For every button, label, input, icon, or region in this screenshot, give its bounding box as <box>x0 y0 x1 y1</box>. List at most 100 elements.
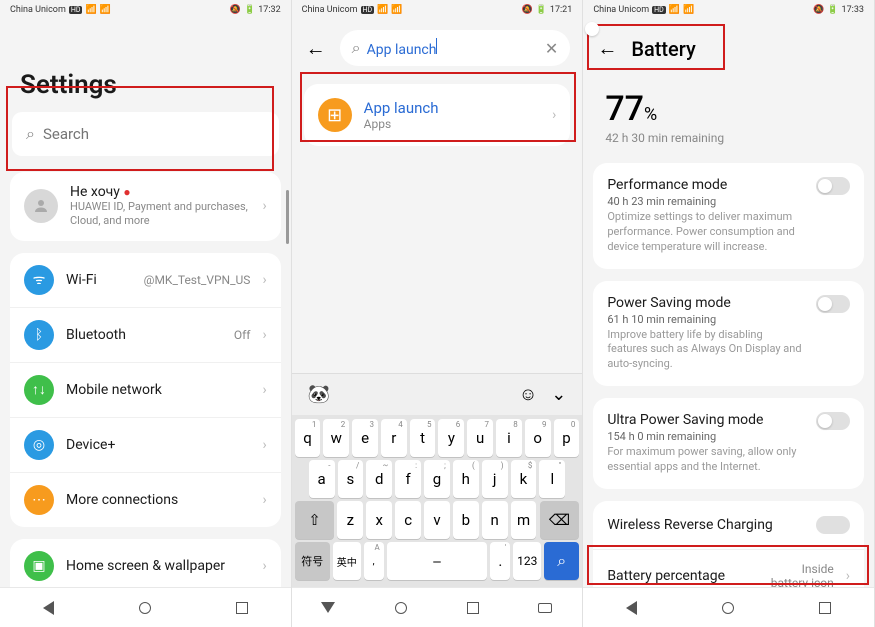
key-n[interactable]: n <box>482 501 508 539</box>
back-arrow-icon[interactable]: ← <box>300 36 332 61</box>
comma-key[interactable]: A, <box>364 542 384 580</box>
key-w[interactable]: 2w <box>323 419 349 457</box>
shift-key[interactable]: ⇧ <box>295 501 335 539</box>
key-v[interactable]: v <box>424 501 450 539</box>
search-key[interactable]: ⌕ <box>544 542 579 580</box>
battery-percentage-row[interactable]: Battery percentage Inside battery icon › <box>593 549 864 587</box>
ultra-saving-toggle[interactable] <box>816 412 850 430</box>
nav-keyboard-icon[interactable] <box>538 603 552 613</box>
key-d[interactable]: ~d <box>366 460 392 498</box>
wireless-reverse-row[interactable]: Wireless Reverse Charging <box>593 501 864 549</box>
search-input[interactable] <box>43 125 265 143</box>
chevron-right-icon: › <box>552 107 556 123</box>
key-c[interactable]: c <box>395 501 421 539</box>
performance-mode-row[interactable]: Performance mode 40 h 23 min remaining O… <box>593 163 864 269</box>
back-arrow-icon[interactable]: ← <box>597 36 617 61</box>
symbols-key[interactable]: 符号 <box>295 542 330 580</box>
chevron-right-icon: › <box>262 382 266 398</box>
nav-recents-icon[interactable] <box>819 602 831 614</box>
wifi-icon: 📶 <box>683 5 694 15</box>
page-title: Settings <box>0 20 291 112</box>
status-time: 17:32 <box>258 5 280 15</box>
key-a[interactable]: -a <box>309 460 335 498</box>
account-row[interactable]: Не хочу ● HUAWEI ID, Payment and purchas… <box>10 172 281 241</box>
key-q[interactable]: 1q <box>295 419 321 457</box>
page-title: Battery <box>631 37 695 61</box>
period-key[interactable]: '. <box>490 542 510 580</box>
avatar-icon <box>24 189 58 223</box>
num-key[interactable]: 123 <box>513 542 541 580</box>
key-k[interactable]: $k <box>511 460 537 498</box>
lang-key[interactable]: 英中 <box>333 542 361 580</box>
key-f[interactable]: :f <box>395 460 421 498</box>
hd-badge: HD <box>69 6 83 14</box>
key-u[interactable]: 7u <box>467 419 493 457</box>
nav-home-icon[interactable] <box>722 602 734 614</box>
scrollbar[interactable] <box>286 190 289 244</box>
keyboard: 1q2w3e4r5t6y7u8i9o0p -a/s~d:f;g(h)j$k"l … <box>292 415 583 587</box>
key-m[interactable]: m <box>511 501 537 539</box>
mute-icon: 🔕 <box>813 5 824 15</box>
power-saving-row[interactable]: Power Saving mode 61 h 10 min remaining … <box>593 281 864 387</box>
key-s[interactable]: /s <box>338 460 364 498</box>
space-key[interactable]: ⎯ <box>387 542 488 580</box>
key-z[interactable]: z <box>337 501 363 539</box>
nav-home-icon[interactable] <box>395 602 407 614</box>
wifi-icon: 📶 <box>391 5 402 15</box>
nav-home-icon[interactable] <box>139 602 151 614</box>
performance-toggle[interactable] <box>816 177 850 195</box>
status-bar: China Unicom HD 📶 📶 🔕 🔋 17:21 <box>292 0 583 20</box>
mobile-network-row[interactable]: ↑↓ Mobile network › <box>10 362 281 417</box>
key-o[interactable]: 9o <box>525 419 551 457</box>
battery-icon: 🔋 <box>244 5 255 15</box>
nav-bar <box>583 587 874 627</box>
key-p[interactable]: 0p <box>554 419 580 457</box>
more-connections-row[interactable]: ⋯ More connections › <box>10 472 281 527</box>
nav-back-icon[interactable] <box>43 601 54 615</box>
bluetooth-row[interactable]: ᛒ Bluetooth Off › <box>10 307 281 362</box>
search-icon: ⌕ <box>352 38 361 58</box>
nav-recents-icon[interactable] <box>236 602 248 614</box>
nav-back-icon[interactable] <box>626 601 637 615</box>
key-y[interactable]: 6y <box>438 419 464 457</box>
chevron-right-icon: › <box>262 198 266 214</box>
wifi-icon: 📶 <box>100 5 111 15</box>
chevron-right-icon: › <box>262 272 266 288</box>
wifi-row[interactable]: ᯤ Wi-Fi @MK_Test_VPN_US › <box>10 253 281 307</box>
key-l[interactable]: "l <box>539 460 565 498</box>
home-icon: ▣ <box>24 551 54 581</box>
home-wallpaper-row[interactable]: ▣ Home screen & wallpaper › <box>10 539 281 587</box>
emoji-icon[interactable]: ☺ <box>519 384 537 405</box>
clear-icon[interactable]: ✕ <box>545 39 558 58</box>
key-i[interactable]: 8i <box>496 419 522 457</box>
power-saving-toggle[interactable] <box>816 295 850 313</box>
key-h[interactable]: (h <box>453 460 479 498</box>
signal-icon: 📶 <box>85 5 96 15</box>
nav-bar <box>0 587 291 627</box>
backspace-key[interactable]: ⌫ <box>540 501 580 539</box>
chevron-right-icon: › <box>262 327 266 343</box>
chevron-right-icon: › <box>846 568 850 584</box>
settings-search[interactable]: ⌕ <box>12 112 279 156</box>
nav-recents-icon[interactable] <box>467 602 479 614</box>
ultra-saving-row[interactable]: Ultra Power Saving mode 154 h 0 min rema… <box>593 398 864 489</box>
stickers-icon[interactable]: 🐼 <box>308 384 330 405</box>
status-bar: China Unicom HD 📶 📶 🔕 🔋 17:33 <box>583 0 874 20</box>
key-j[interactable]: )j <box>482 460 508 498</box>
key-e[interactable]: 3e <box>352 419 378 457</box>
account-sub: HUAWEI ID, Payment and purchases, Cloud,… <box>70 200 250 229</box>
battery-percent: 77 <box>605 89 644 129</box>
search-result-app-launch[interactable]: ⊞ App launch Apps › <box>304 84 571 146</box>
key-g[interactable]: ;g <box>424 460 450 498</box>
key-t[interactable]: 5t <box>410 419 436 457</box>
key-x[interactable]: x <box>366 501 392 539</box>
search-field[interactable]: ⌕ App launch ✕ <box>340 30 571 66</box>
nav-back-triangle-icon[interactable] <box>321 602 335 613</box>
key-r[interactable]: 4r <box>381 419 407 457</box>
chevron-right-icon: › <box>262 437 266 453</box>
device-plus-row[interactable]: ◎ Device+ › <box>10 417 281 472</box>
wireless-toggle[interactable] <box>816 516 850 534</box>
collapse-keyboard-icon[interactable]: ⌄ <box>551 384 566 405</box>
key-b[interactable]: b <box>453 501 479 539</box>
battery-icon: 🔋 <box>536 5 547 15</box>
